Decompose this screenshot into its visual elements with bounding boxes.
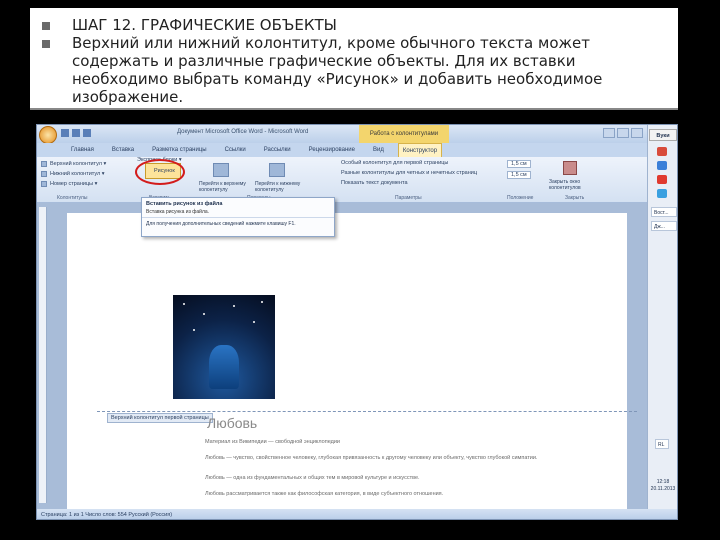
document-paragraph-1: Любовь — чувство, свойственное человеку,…	[205, 455, 538, 461]
ie-icon[interactable]	[657, 161, 667, 170]
goto-header-button[interactable]: Перейти к верхнему колонтитулу	[199, 181, 249, 193]
clock: 12:18 20.11.2013	[649, 479, 677, 493]
tooltip-text: Вставка рисунка из файла.	[146, 209, 210, 215]
context-group-label: Работа с колонтитулами	[359, 125, 449, 143]
option-first-page[interactable]: Особый колонтитул для первой страницы	[341, 160, 448, 166]
header-position-field[interactable]: 1,5 см	[507, 160, 531, 168]
star-dot	[233, 305, 235, 307]
highlight-circle	[135, 159, 185, 185]
tab-design[interactable]: Конструктор	[397, 143, 443, 157]
side-entry-2[interactable]: Дж...	[651, 221, 677, 231]
header-button[interactable]: Верхний колонтитул ▾	[50, 161, 106, 167]
office-button-icon[interactable]	[39, 126, 57, 144]
window-title: Документ Microsoft Office Word - Microso…	[177, 129, 309, 135]
save-icon[interactable]	[61, 129, 69, 137]
page-number-icon	[41, 181, 47, 187]
star-dot	[253, 321, 255, 323]
side-entry-1[interactable]: Вост...	[651, 207, 677, 217]
status-bar: Страница: 1 из 1 Число слов: 554 Русский…	[37, 509, 677, 519]
star-dot	[183, 303, 185, 305]
footer-icon	[41, 171, 47, 177]
tab-insert[interactable]: Вставка	[108, 143, 138, 157]
goto-header-icon	[213, 163, 229, 177]
tooltip-title: Вставить рисунок из файла	[146, 201, 223, 207]
bullet-item-title: ШАГ 12. ГРАФИЧЕСКИЕ ОБЪЕКТЫ	[42, 16, 670, 34]
star-dot	[193, 329, 195, 331]
footer-position-field[interactable]: 1,5 см	[507, 171, 531, 179]
inserted-picture[interactable]	[173, 295, 275, 399]
star-dot	[203, 313, 205, 315]
bullet-icon	[42, 40, 50, 48]
divider	[30, 108, 678, 110]
bullet-item-body: Верхний или нижний колонтитул, кроме обы…	[42, 34, 670, 106]
header-boundary	[97, 411, 637, 412]
tab-references[interactable]: Ссылки	[221, 143, 250, 157]
close-header-button[interactable]: Закрыть окно колонтитулов	[549, 179, 597, 191]
ribbon: Верхний колонтитул ▾ Нижний колонтитул ▾…	[37, 157, 647, 203]
word-screenshot: Документ Microsoft Office Word - Microso…	[36, 124, 678, 520]
undo-icon[interactable]	[72, 129, 80, 137]
clock-time: 12:18	[656, 479, 670, 485]
text-panel: ШАГ 12. ГРАФИЧЕСКИЕ ОБЪЕКТЫ Верхний или …	[30, 8, 678, 108]
clock-date: 20.11.2013	[650, 486, 676, 492]
option-odd-even[interactable]: Разные колонтитулы для четных и нечетных…	[341, 170, 477, 176]
tooltip-help: Для получения дополнительных сведений на…	[142, 217, 334, 230]
redo-icon[interactable]	[83, 129, 91, 137]
tab-review[interactable]: Рецензирование	[305, 143, 359, 157]
slide: ШАГ 12. ГРАФИЧЕСКИЕ ОБЪЕКТЫ Верхний или …	[0, 0, 720, 540]
opera-icon[interactable]	[657, 147, 667, 156]
tab-home[interactable]: Главная	[67, 143, 98, 157]
goto-footer-icon	[269, 163, 285, 177]
figure-silhouette	[209, 345, 239, 389]
document-heading: Любовь	[207, 415, 258, 431]
side-panel-top[interactable]: Вуки	[649, 129, 677, 141]
picture-tooltip: Вставить рисунок из файла Вставка рисунк…	[141, 197, 335, 237]
page-number-button[interactable]: Номер страницы ▾	[50, 181, 97, 187]
header-icon	[41, 161, 47, 167]
quick-access-toolbar	[61, 129, 91, 137]
bullet-text-body: Верхний или нижний колонтитул, кроме обы…	[72, 34, 603, 106]
document-source-line: Материал из Википедии — свободной энцикл…	[205, 439, 340, 445]
group-label-headers: Колонтитулы	[57, 195, 88, 201]
group-label-close: Закрыть	[565, 195, 585, 201]
language-indicator[interactable]: RL	[655, 439, 669, 449]
bullet-icon	[42, 22, 50, 30]
minimize-icon[interactable]	[603, 128, 615, 138]
mail-icon[interactable]	[657, 189, 667, 198]
document-paragraph-3: Любовь рассматривается также как философ…	[205, 491, 444, 497]
star-dot	[261, 301, 263, 303]
tab-page-layout[interactable]: Разметка страницы	[148, 143, 210, 157]
header-area-label: Верхний колонтитул первой страницы	[107, 413, 213, 423]
close-header-icon	[563, 161, 577, 175]
yandex-icon[interactable]	[657, 175, 667, 184]
maximize-icon[interactable]	[617, 128, 629, 138]
group-label-position: Положение	[507, 195, 534, 201]
vertical-ruler	[39, 207, 47, 503]
bullet-text-title: ШАГ 12. ГРАФИЧЕСКИЕ ОБЪЕКТЫ	[72, 16, 337, 34]
group-label-options: Параметры	[395, 195, 422, 201]
ribbon-tabs: Главная Вставка Разметка страницы Ссылки…	[37, 143, 647, 157]
page[interactable]	[67, 213, 627, 513]
window-buttons	[603, 128, 643, 138]
document-paragraph-2: Любовь — одна из фундаментальных и общих…	[205, 475, 420, 481]
option-show-text[interactable]: Показать текст документа	[341, 180, 408, 186]
tab-view[interactable]: Вид	[369, 143, 388, 157]
footer-button[interactable]: Нижний колонтитул ▾	[50, 171, 105, 177]
close-icon[interactable]	[631, 128, 643, 138]
goto-footer-button[interactable]: Перейти к нижнему колонтитулу	[255, 181, 305, 193]
tab-mailings[interactable]: Рассылки	[260, 143, 295, 157]
document-area: Верхний колонтитул первой страницы Любов…	[37, 203, 647, 513]
title-bar: Документ Microsoft Office Word - Microso…	[37, 125, 647, 144]
